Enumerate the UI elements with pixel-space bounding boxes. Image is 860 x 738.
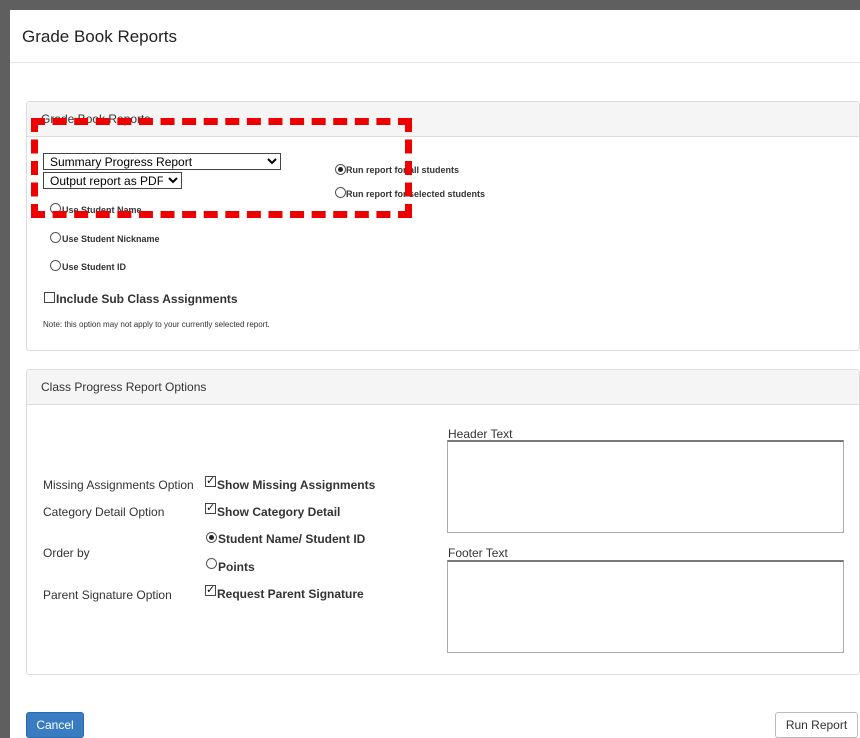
- window-frame-left: [0, 0, 10, 738]
- include-sub-class-checkbox[interactable]: [44, 292, 55, 303]
- use-student-name-label: Use Student Name: [62, 205, 142, 215]
- order-by-label: Order by: [43, 546, 90, 560]
- use-student-nickname-radio[interactable]: [50, 232, 61, 243]
- include-sub-class-label: Include Sub Class Assignments: [56, 292, 238, 306]
- request-parent-signature-checkbox[interactable]: [205, 583, 216, 596]
- panel-heading: Grade Book Reports: [41, 112, 151, 126]
- report-type-select[interactable]: Summary Progress Report: [43, 153, 281, 170]
- title-divider: [10, 62, 860, 63]
- window-frame-top: [0, 0, 860, 10]
- use-student-id-label: Use Student ID: [62, 262, 127, 272]
- request-parent-signature-label: Request Parent Signature: [217, 587, 364, 601]
- run-selected-students-label: Run report for selected students: [346, 189, 486, 199]
- output-format-select[interactable]: Output report as PDF: [43, 172, 182, 189]
- report-note: Note: this option may not apply to your …: [43, 320, 270, 329]
- header-text-label: Header Text: [448, 427, 513, 441]
- use-student-name-radio[interactable]: [50, 203, 61, 214]
- missing-assignments-label: Missing Assignments Option: [43, 478, 194, 492]
- run-all-students-radio[interactable]: [335, 164, 346, 175]
- use-student-nickname-label: Use Student Nickname: [62, 234, 160, 244]
- show-category-detail-label: Show Category Detail: [217, 505, 341, 519]
- header-text-input[interactable]: [447, 440, 844, 533]
- show-category-detail-checkbox[interactable]: [205, 501, 216, 514]
- cancel-button[interactable]: Cancel: [26, 712, 84, 738]
- footer-text-input[interactable]: [447, 560, 844, 653]
- parent-signature-label: Parent Signature Option: [43, 588, 172, 602]
- run-selected-students-radio[interactable]: [335, 187, 346, 198]
- panel-heading: Class Progress Report Options: [41, 380, 207, 394]
- run-report-button[interactable]: Run Report: [775, 712, 858, 738]
- show-missing-assignments-checkbox[interactable]: [205, 474, 216, 487]
- category-detail-label: Category Detail Option: [43, 505, 165, 519]
- order-student-name-label: Student Name/ Student ID: [218, 532, 366, 546]
- page-title: Grade Book Reports: [22, 27, 177, 46]
- order-points-label: Points: [218, 560, 255, 574]
- order-points-radio[interactable]: [206, 558, 217, 569]
- order-student-name-radio[interactable]: [206, 532, 217, 543]
- show-missing-assignments-label: Show Missing Assignments: [217, 478, 376, 492]
- panel-header: Grade Book Reports: [27, 102, 859, 137]
- use-student-id-radio[interactable]: [50, 260, 61, 271]
- panel-header: Class Progress Report Options: [27, 370, 859, 405]
- grade-book-reports-panel: Grade Book Reports: [26, 101, 860, 351]
- footer-text-label: Footer Text: [448, 546, 508, 560]
- run-all-students-label: Run report for all students: [346, 165, 460, 175]
